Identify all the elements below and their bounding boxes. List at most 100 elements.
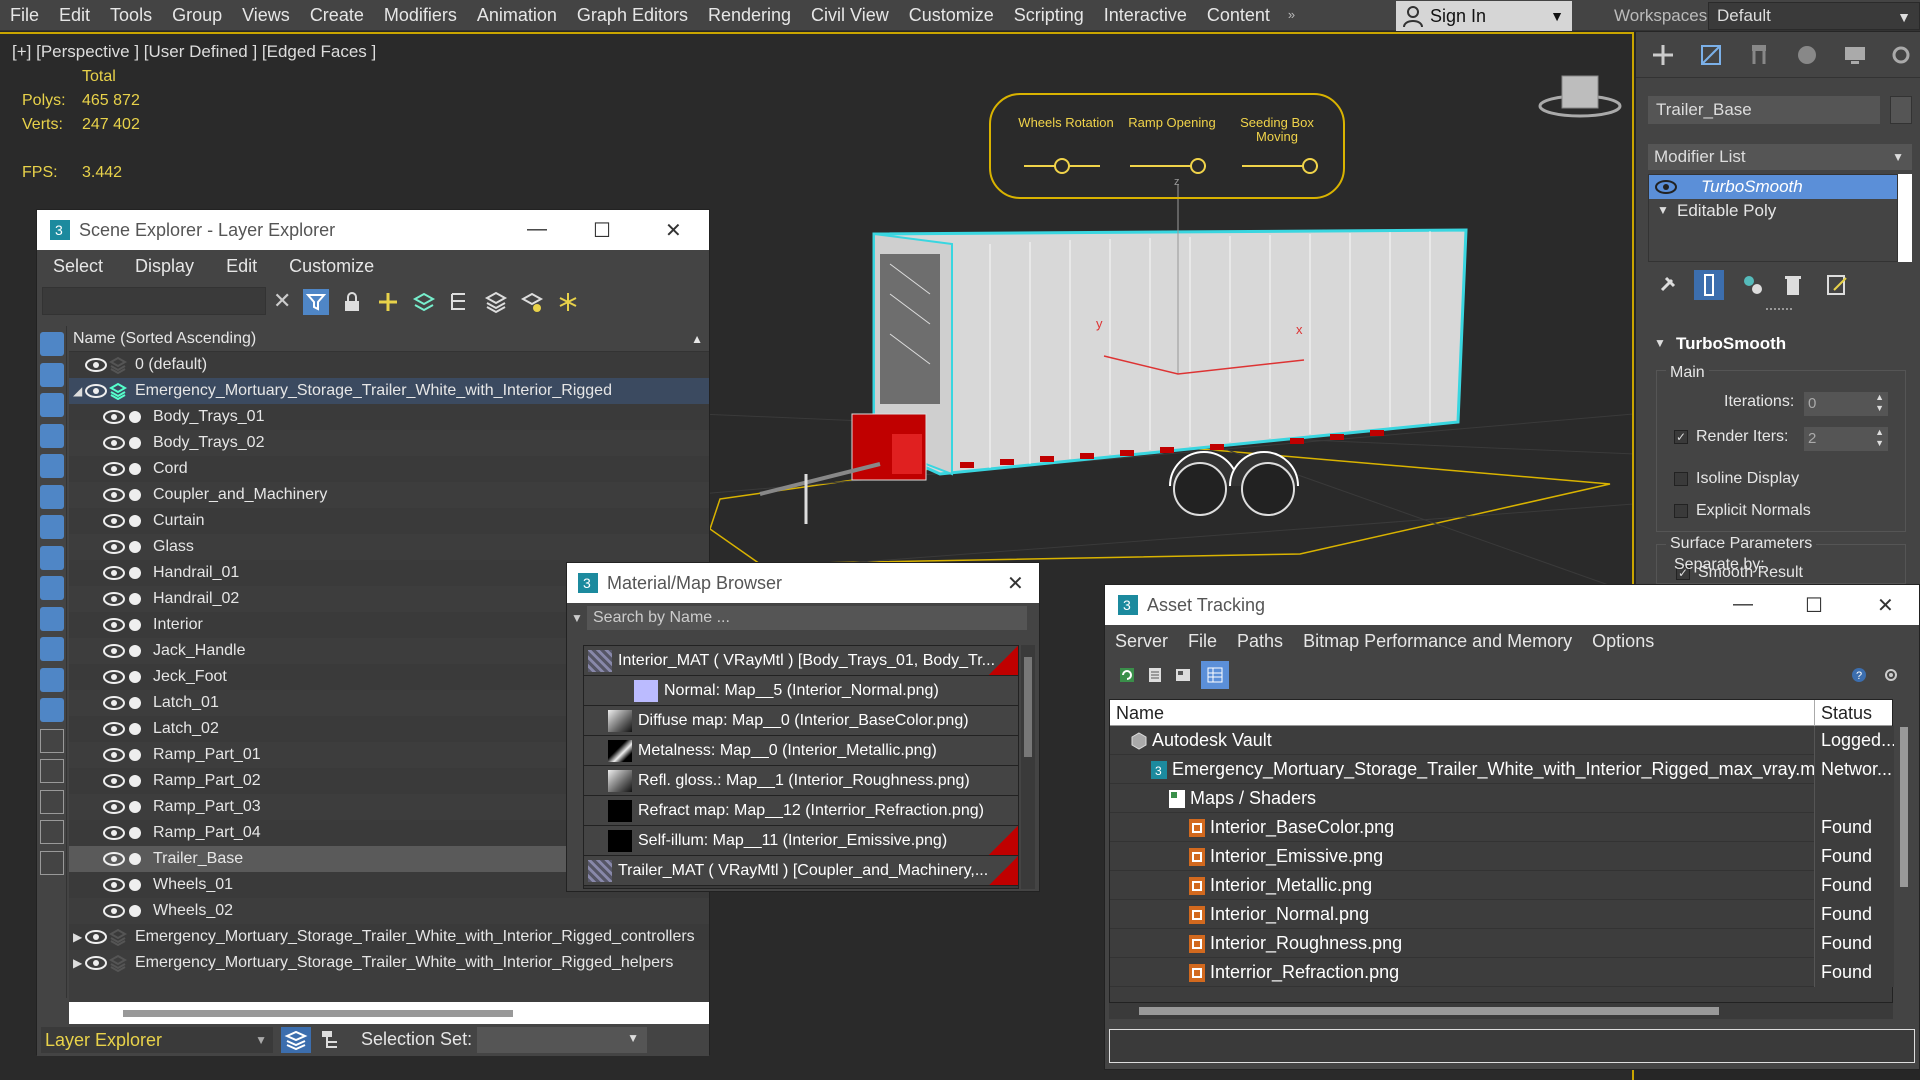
expand-triangle-icon[interactable]: ▶ [73, 950, 82, 976]
menu-scripting[interactable]: Scripting [1004, 0, 1094, 31]
turbosmooth-rollout-title[interactable]: TurboSmooth [1676, 334, 1786, 354]
help-icon[interactable]: ? [1849, 665, 1869, 685]
eye-icon[interactable] [103, 670, 125, 684]
asset-row[interactable]: Interior_Emissive.png Found [1110, 842, 1894, 871]
map-row[interactable]: Diffuse map: Map__0 (Interior_BaseColor.… [584, 706, 1018, 736]
object-row[interactable]: Body_Trays_02 [69, 430, 709, 456]
motion-tab-icon[interactable] [1792, 40, 1822, 70]
column-header-name[interactable]: Name [1116, 700, 1164, 726]
layer-row[interactable]: ▶ Emergency_Mortuary_Storage_Trailer_Whit… [69, 924, 709, 950]
menu-group[interactable]: Group [162, 0, 232, 31]
maximize-icon[interactable]: ☐ [1805, 593, 1823, 618]
menu-content[interactable]: Content [1197, 0, 1280, 31]
map-row[interactable]: Refract map: Map__12 (Interrior_Refracti… [584, 796, 1018, 826]
eye-icon[interactable] [103, 618, 125, 632]
asset-table[interactable]: Name Status Autodesk Vault Logged... 3 Emer… [1109, 699, 1894, 1003]
highlight-layer-icon[interactable] [519, 289, 545, 315]
asset-row[interactable]: Autodesk Vault Logged... [1110, 726, 1894, 755]
rig-slider[interactable] [1024, 158, 1100, 174]
iterations-spinner[interactable]: 0 ▲ ▼ [1804, 392, 1888, 416]
layer-row[interactable]: ▶ Emergency_Mortuary_Storage_Trailer_Whit… [69, 950, 709, 976]
hierarchy-tab-icon[interactable] [1744, 40, 1774, 70]
workspaces-dropdown[interactable]: Default ▼ [1708, 2, 1920, 30]
close-icon[interactable]: ✕ [665, 218, 682, 243]
object-color-swatch[interactable] [1890, 96, 1912, 124]
display-all-icon[interactable] [40, 698, 64, 722]
object-row[interactable]: Body_Trays_01 [69, 404, 709, 430]
spinner-arrows-icon[interactable]: ▲ ▼ [1875, 427, 1884, 449]
asset-row[interactable]: Interior_Roughness.png Found [1110, 929, 1894, 958]
object-name-field[interactable]: Trailer_Base [1648, 96, 1880, 124]
eye-icon[interactable] [103, 826, 125, 840]
asset-vertical-scrollbar[interactable] [1895, 725, 1913, 1003]
group-filter-icon[interactable] [40, 515, 64, 539]
invert-display-icon[interactable] [40, 759, 64, 783]
asset-row[interactable]: Interior_Metallic.png Found [1110, 871, 1894, 900]
detail-view-icon[interactable] [1173, 665, 1193, 685]
menu-graph-editors[interactable]: Graph Editors [567, 0, 698, 31]
display-tab-icon[interactable] [1840, 40, 1870, 70]
eye-icon[interactable] [85, 956, 107, 970]
frozen-filter-icon[interactable] [40, 637, 64, 661]
material-row[interactable]: Interior_MAT ( VRayMtl ) [Body_Trays_01,… [584, 646, 1018, 676]
add-layer-icon[interactable] [375, 289, 401, 315]
hierarchy-toggle-icon[interactable] [317, 1027, 343, 1053]
material-search-input[interactable]: Search by Name ... [587, 606, 1027, 630]
bone-filter-icon[interactable] [40, 576, 64, 600]
isoline-display-checkbox[interactable] [1674, 472, 1688, 486]
eye-icon[interactable] [103, 592, 125, 606]
map-row[interactable]: Refl. gloss.: Map__1 (Interior_Roughness… [584, 766, 1018, 796]
menu-modifiers[interactable]: Modifiers [374, 0, 467, 31]
geometry-filter-icon[interactable] [40, 332, 64, 356]
filter-settings-icon[interactable] [40, 789, 64, 814]
asset-row[interactable]: Maps / Shaders [1110, 784, 1894, 813]
render-iters-spinner[interactable]: 2 ▲ ▼ [1804, 427, 1888, 451]
eye-icon[interactable] [103, 462, 125, 476]
filter-toggle-icon[interactable] [40, 820, 64, 844]
filter-icon[interactable] [303, 289, 329, 315]
object-row[interactable]: Coupler_and_Machinery [69, 482, 709, 508]
scene-explorer-search-input[interactable] [42, 287, 266, 315]
remove-modifier-icon[interactable] [1778, 270, 1808, 300]
menu-rendering[interactable]: Rendering [698, 0, 801, 31]
se-menu-select[interactable]: Select [37, 256, 119, 277]
eye-icon[interactable] [85, 384, 107, 398]
pin-stack-icon[interactable] [1652, 270, 1682, 300]
modifier-list-dropdown[interactable]: Modifier List ▼ [1648, 144, 1912, 170]
asset-row[interactable]: Interior_Normal.png Found [1110, 900, 1894, 929]
eye-icon[interactable] [103, 696, 125, 710]
slider-knob[interactable] [1190, 158, 1206, 174]
eye-icon[interactable] [103, 566, 125, 580]
eye-icon[interactable] [103, 878, 125, 892]
helper-filter-icon[interactable] [40, 454, 64, 478]
container-filter-icon[interactable] [40, 606, 64, 631]
rig-slider[interactable] [1130, 158, 1206, 174]
menu-file[interactable]: File [0, 0, 49, 31]
object-row[interactable]: Wheels_02 [69, 898, 709, 924]
layers-icon[interactable] [483, 289, 509, 315]
material-browser-titlebar[interactable]: 3 Material/Map Browser ✕ [567, 563, 1039, 603]
explorer-type-dropdown[interactable]: Layer Explorer ▼ [41, 1027, 273, 1053]
menu-civil-view[interactable]: Civil View [801, 0, 899, 31]
camera-filter-icon[interactable] [40, 423, 64, 448]
eye-icon[interactable] [103, 410, 125, 424]
hidden-filter-icon[interactable] [40, 667, 64, 692]
create-tab-icon[interactable] [1648, 40, 1678, 70]
at-menu-bitmap-performance-and-memory[interactable]: Bitmap Performance and Memory [1293, 631, 1582, 652]
spacewarp-filter-icon[interactable] [40, 484, 64, 509]
menu-animation[interactable]: Animation [467, 0, 567, 31]
utilities-tab-icon[interactable] [1886, 40, 1916, 70]
spinner-arrows-icon[interactable]: ▲ ▼ [1875, 392, 1884, 414]
map-row[interactable]: Metalness: Map__0 (Interior_Metallic.png… [584, 736, 1018, 766]
asset-row[interactable]: Interior_BaseColor.png Found [1110, 813, 1894, 842]
collapse-triangle-icon[interactable]: ▼ [1654, 336, 1666, 350]
object-row[interactable]: Curtain [69, 508, 709, 534]
list-view-icon[interactable] [1145, 665, 1165, 685]
layers-toggle-icon[interactable] [281, 1027, 311, 1053]
se-menu-edit[interactable]: Edit [210, 256, 273, 277]
slider-knob[interactable] [1302, 158, 1318, 174]
explicit-normals-checkbox[interactable] [1674, 504, 1688, 518]
column-header-status[interactable]: Status [1814, 700, 1872, 726]
freeze-icon[interactable] [555, 289, 581, 315]
asset-row[interactable]: Interrior_Refraction.png Found [1110, 958, 1894, 987]
